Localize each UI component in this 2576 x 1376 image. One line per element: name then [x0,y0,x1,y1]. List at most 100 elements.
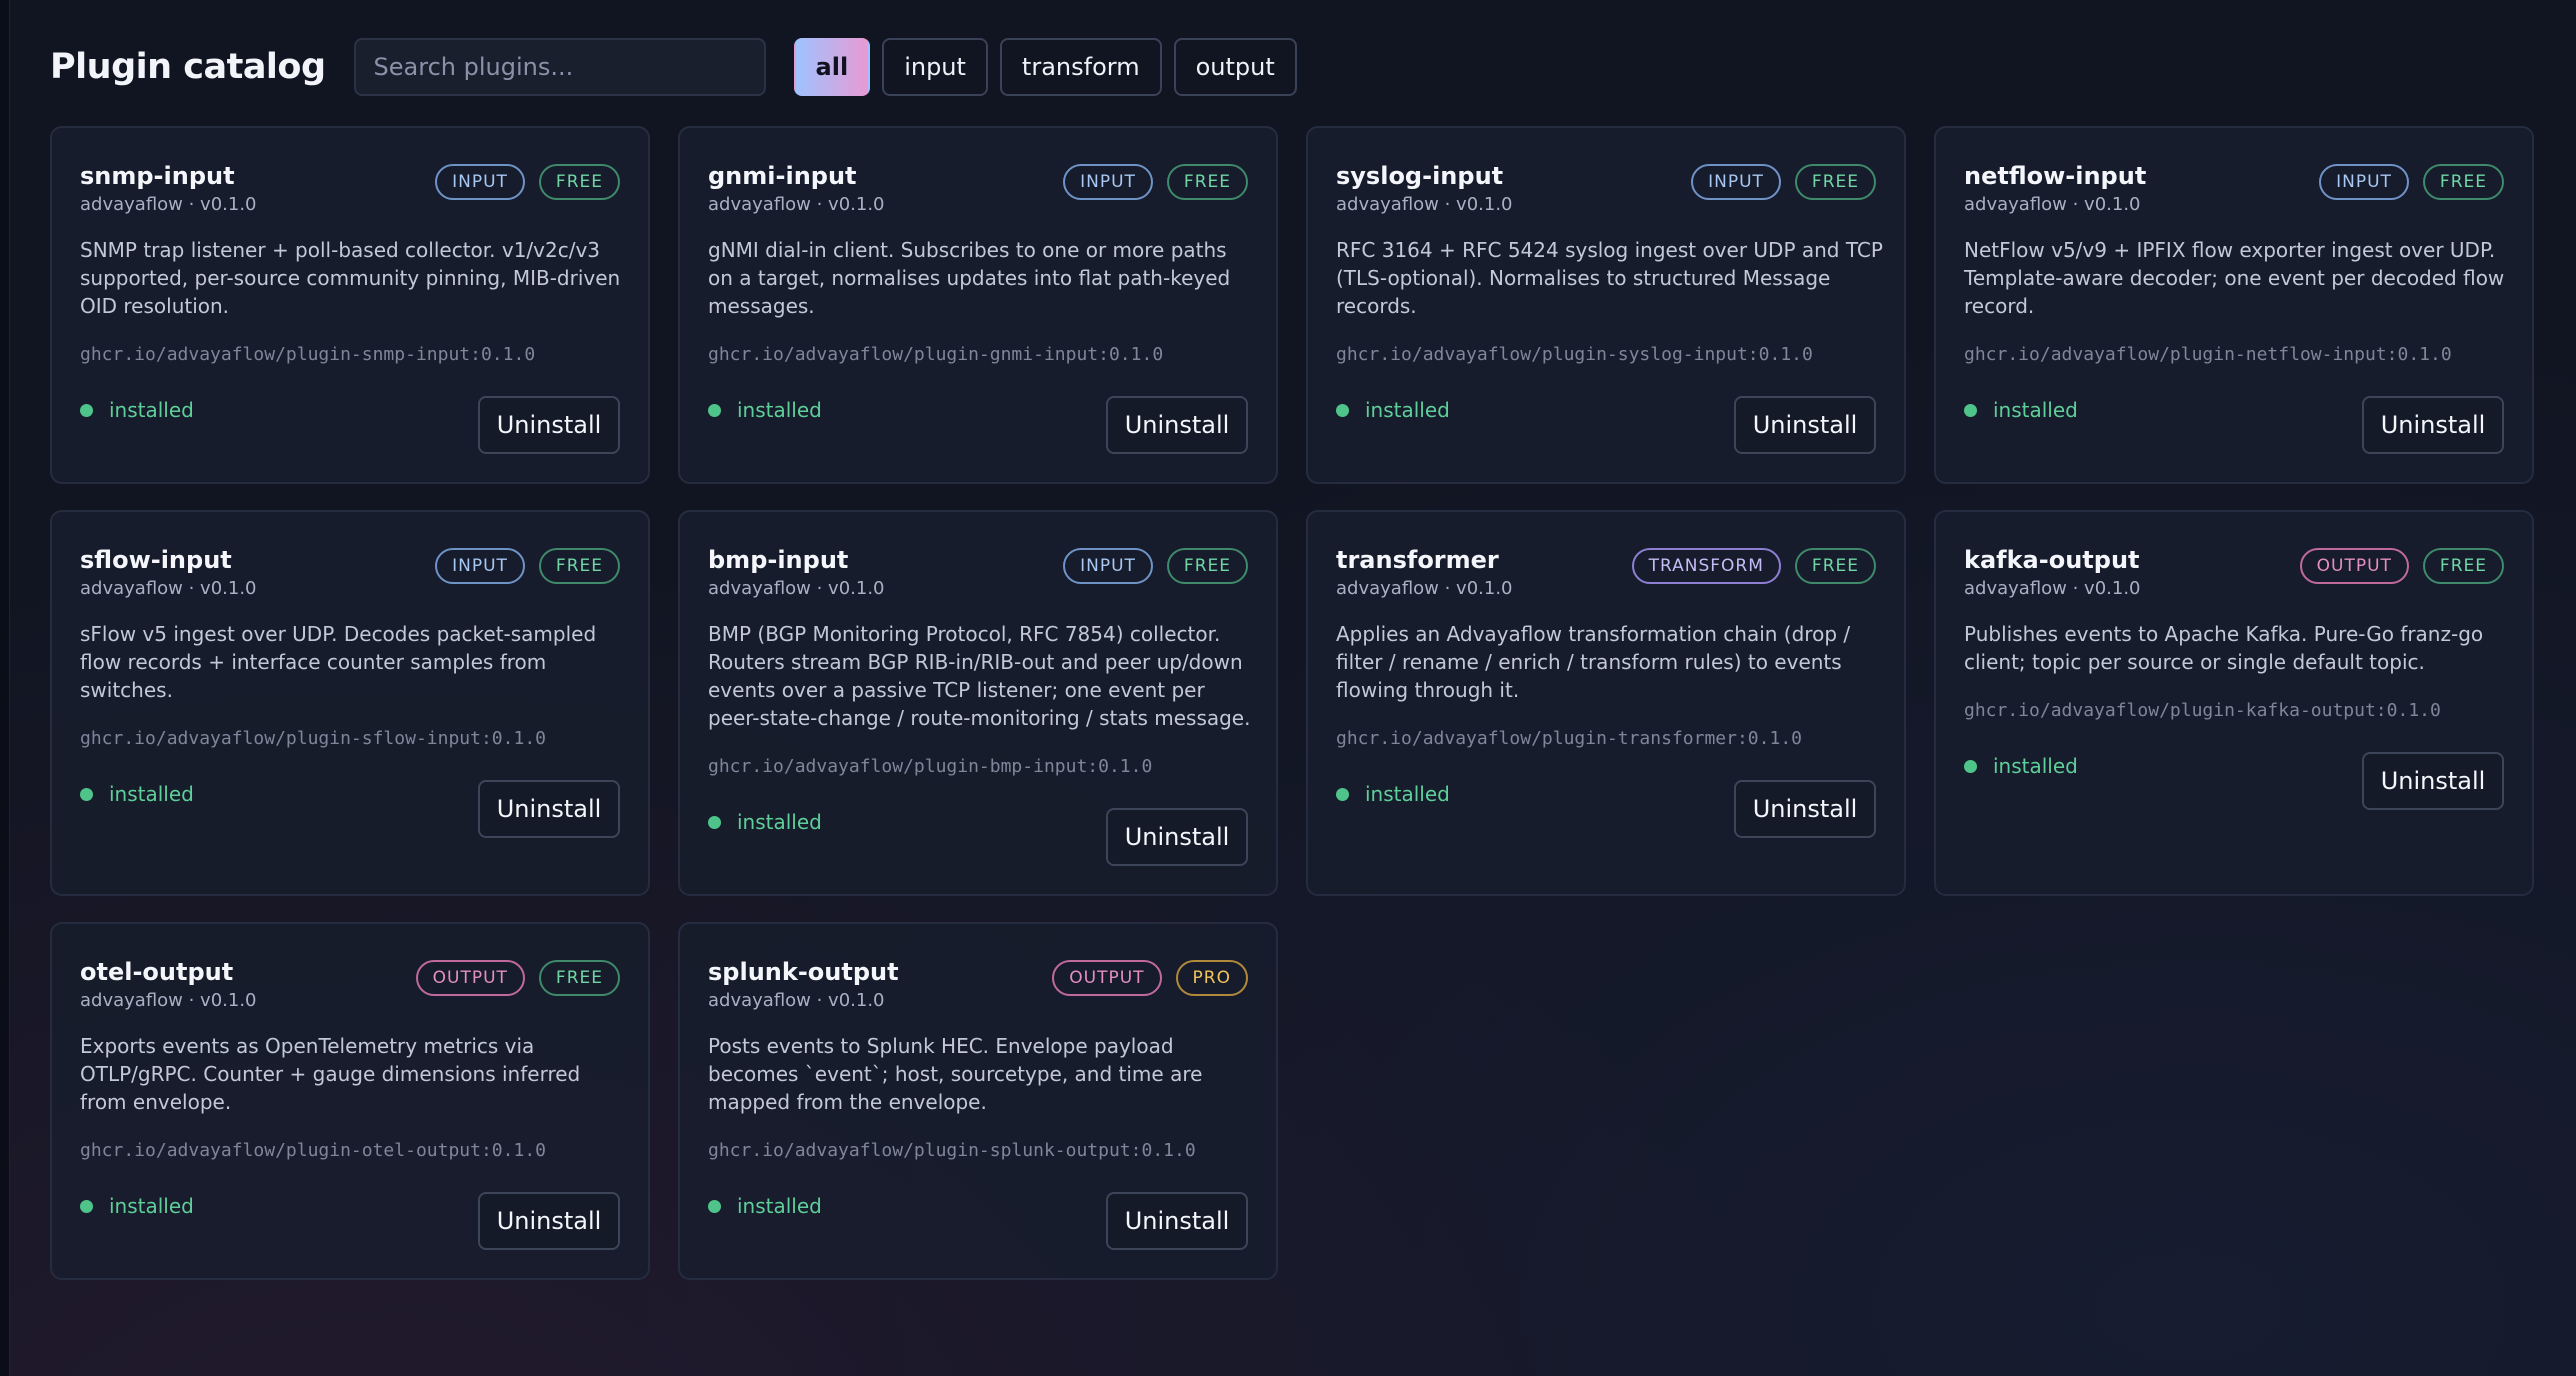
kind-badge: INPUT [1691,164,1781,200]
kind-badge: INPUT [435,164,525,200]
plugin-meta: advayaflow · v0.1.0 [80,990,257,1011]
plugin-badges: INPUT FREE [435,548,620,584]
plugin-name: splunk-output [708,958,899,986]
uninstall-button[interactable]: Uninstall [1106,1192,1248,1250]
plugin-image-ref: ghcr.io/advayaflow/plugin-kafka-output:0… [1964,700,2441,721]
plugin-image-ref: ghcr.io/advayaflow/plugin-splunk-output:… [708,1140,1196,1161]
status-label: installed [109,398,194,422]
status-label: installed [109,1194,194,1218]
install-status: installed [80,398,194,422]
plugin-image-ref: ghcr.io/advayaflow/plugin-bmp-input:0.1.… [708,756,1153,777]
status-dot-icon [1336,787,1349,801]
tier-badge: PRO [1175,960,1248,996]
kind-badge: OUTPUT [415,960,525,996]
tier-badge: FREE [1794,164,1876,200]
status-label: installed [1365,782,1450,806]
install-status: installed [708,810,822,834]
uninstall-button[interactable]: Uninstall [1734,396,1876,454]
plugin-card-otel-output: otel-output advayaflow · v0.1.0 OUTPUT F… [50,922,650,1280]
status-dot-icon [1964,759,1977,773]
plugin-description: RFC 3164 + RFC 5424 syslog ingest over U… [1336,238,1883,318]
plugin-meta: advayaflow · v0.1.0 [1336,578,1513,599]
uninstall-button[interactable]: Uninstall [1106,808,1248,866]
plugin-name: sflow-input [80,546,232,574]
tier-badge: FREE [538,164,620,200]
plugin-card-sflow-input: sflow-input advayaflow · v0.1.0 INPUT FR… [50,510,650,896]
uninstall-button[interactable]: Uninstall [2362,396,2504,454]
plugin-card-kafka-output: kafka-output advayaflow · v0.1.0 OUTPUT … [1934,510,2534,896]
uninstall-button[interactable]: Uninstall [478,780,620,838]
kind-badge: OUTPUT [2299,548,2409,584]
plugin-name: bmp-input [708,546,849,574]
plugin-card-syslog-input: syslog-input advayaflow · v0.1.0 INPUT F… [1306,126,1906,484]
plugin-meta: advayaflow · v0.1.0 [1336,194,1513,215]
status-dot-icon [708,1199,721,1213]
plugin-meta: advayaflow · v0.1.0 [1964,578,2141,599]
plugin-description: Applies an Advayaflow transformation cha… [1336,622,1851,702]
tier-badge: FREE [538,548,620,584]
status-label: installed [1993,754,2078,778]
plugin-description: Posts events to Splunk HEC. Envelope pay… [708,1034,1203,1114]
plugin-name: gnmi-input [708,162,857,190]
tier-badge: FREE [2422,548,2504,584]
uninstall-button[interactable]: Uninstall [2362,752,2504,810]
kind-badge: TRANSFORM [1631,548,1781,584]
tier-badge: FREE [538,960,620,996]
status-label: installed [1993,398,2078,422]
uninstall-button[interactable]: Uninstall [478,1192,620,1250]
plugin-image-ref: ghcr.io/advayaflow/plugin-netflow-input:… [1964,344,2452,365]
plugin-card-bmp-input: bmp-input advayaflow · v0.1.0 INPUT FREE… [678,510,1278,896]
plugin-card-transformer: transformer advayaflow · v0.1.0 TRANSFOR… [1306,510,1906,896]
plugin-name: transformer [1336,546,1499,574]
filter-transform-button[interactable]: transform [999,38,1162,96]
search-input[interactable] [353,38,766,96]
uninstall-button[interactable]: Uninstall [1106,396,1248,454]
plugin-description: NetFlow v5/v9 + IPFIX flow exporter inge… [1964,238,2505,318]
plugin-description: Exports events as OpenTelemetry metrics … [80,1034,581,1114]
uninstall-button[interactable]: Uninstall [1734,780,1876,838]
status-dot-icon [708,403,721,417]
plugin-meta: advayaflow · v0.1.0 [708,990,885,1011]
plugin-image-ref: ghcr.io/advayaflow/plugin-gnmi-input:0.1… [708,344,1164,365]
status-label: installed [737,810,822,834]
uninstall-button[interactable]: Uninstall [478,396,620,454]
plugin-meta: advayaflow · v0.1.0 [708,578,885,599]
install-status: installed [80,1194,194,1218]
plugin-badges: OUTPUT PRO [1052,960,1248,996]
tier-badge: FREE [1166,164,1248,200]
status-dot-icon [708,815,721,829]
page-title: Plugin catalog [50,47,326,87]
plugin-card-splunk-output: splunk-output advayaflow · v0.1.0 OUTPUT… [678,922,1278,1280]
install-status: installed [80,782,194,806]
plugin-meta: advayaflow · v0.1.0 [80,194,257,215]
plugin-name: kafka-output [1964,546,2140,574]
install-status: installed [1336,782,1450,806]
plugin-card-netflow-input: netflow-input advayaflow · v0.1.0 INPUT … [1934,126,2534,484]
tier-badge: FREE [2422,164,2504,200]
filter-input-button[interactable]: input [882,38,988,96]
page-header: Plugin catalog all input transform outpu… [50,36,1297,98]
plugin-description: SNMP trap listener + poll-based collecto… [80,238,621,318]
plugin-name: otel-output [80,958,234,986]
plugin-name: snmp-input [80,162,235,190]
install-status: installed [1336,398,1450,422]
plugin-badges: INPUT FREE [1063,548,1248,584]
plugin-name: netflow-input [1964,162,2147,190]
kind-badge: OUTPUT [1052,960,1162,996]
plugin-badges: OUTPUT FREE [415,960,620,996]
kind-badge: INPUT [1063,164,1153,200]
plugin-meta: advayaflow · v0.1.0 [708,194,885,215]
plugin-meta: advayaflow · v0.1.0 [80,578,257,599]
install-status: installed [708,398,822,422]
status-dot-icon [80,403,93,417]
plugin-meta: advayaflow · v0.1.0 [1964,194,2141,215]
status-label: installed [1365,398,1450,422]
filter-output-button[interactable]: output [1173,38,1297,96]
plugin-badges: TRANSFORM FREE [1631,548,1876,584]
tier-badge: FREE [1166,548,1248,584]
plugin-card-snmp-input: snmp-input advayaflow · v0.1.0 INPUT FRE… [50,126,650,484]
filter-group: all input transform output [793,38,1297,96]
plugin-image-ref: ghcr.io/advayaflow/plugin-sflow-input:0.… [80,728,546,749]
plugin-badges: OUTPUT FREE [2299,548,2504,584]
filter-all-button[interactable]: all [793,38,871,96]
